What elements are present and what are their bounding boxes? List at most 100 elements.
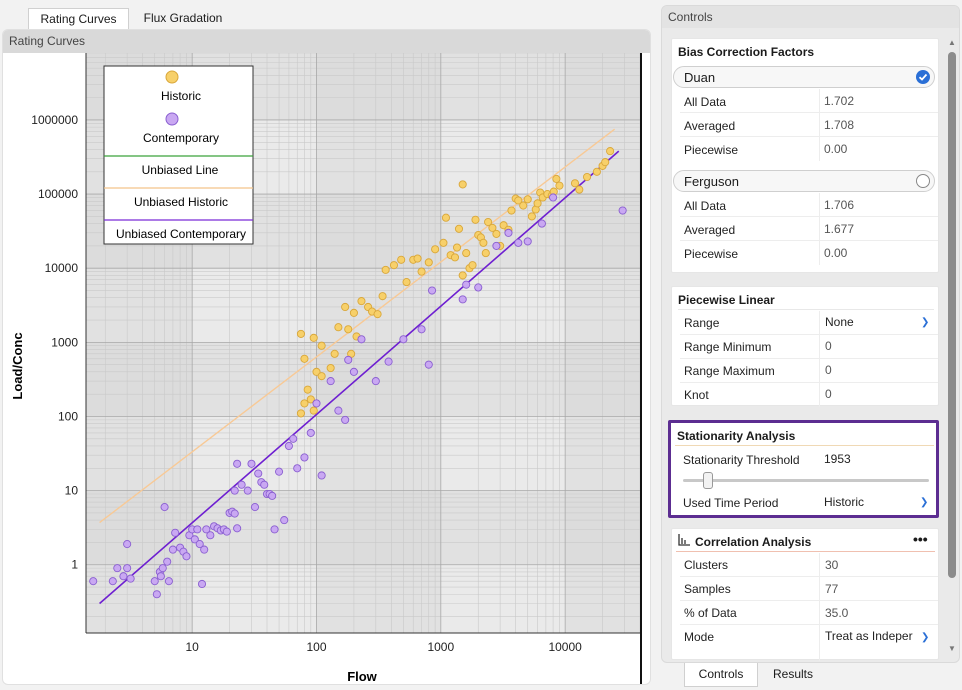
x-axis-label: Flow xyxy=(347,669,377,684)
legend: Historic Contemporary Unbiased Line Unbi… xyxy=(103,65,254,245)
scroll-down-icon[interactable]: ▼ xyxy=(948,644,956,653)
contemporary-point xyxy=(123,564,132,573)
used-time-period-dropdown[interactable]: Historic xyxy=(824,495,864,509)
historic-point xyxy=(507,206,516,215)
contemporary-point xyxy=(158,564,167,573)
mode-dropdown[interactable]: Treat as Indeper xyxy=(825,629,921,643)
contemporary-point xyxy=(247,459,256,468)
ferguson-averaged-value: 1.677 xyxy=(824,222,855,236)
contemporary-point xyxy=(200,545,209,554)
vertical-scrollbar[interactable]: ▲ ▼ xyxy=(948,38,956,658)
mode-label: Mode xyxy=(684,630,715,644)
contemporary-point xyxy=(243,486,252,495)
historic-point xyxy=(527,212,536,221)
tab-flux-gradation[interactable]: Flux Gradation xyxy=(133,8,233,29)
percent-of-data-label: % of Data xyxy=(684,606,737,620)
historic-point xyxy=(402,278,411,287)
historic-point xyxy=(462,249,471,258)
historic-point xyxy=(296,329,306,338)
duan-all-data-value: 1.702 xyxy=(824,94,855,108)
historic-point xyxy=(317,341,326,350)
rating-curve-chart[interactable]: 10 100 1000 10000 1 10 100 1000 10000 100000 10000… xyxy=(3,53,650,685)
ferguson-radio[interactable]: Ferguson xyxy=(673,170,935,192)
duan-radio[interactable]: Duan xyxy=(673,66,935,88)
contemporary-point xyxy=(344,355,353,364)
percent-of-data-value[interactable]: 35.0 xyxy=(825,606,848,620)
contemporary-point xyxy=(168,545,177,554)
y-tick-label: 1000 xyxy=(51,335,78,349)
legend-contemporary-marker xyxy=(165,112,179,126)
threshold-slider-thumb[interactable] xyxy=(702,472,713,489)
historic-point xyxy=(300,399,309,408)
divider xyxy=(680,576,938,577)
samples-value[interactable]: 77 xyxy=(825,582,838,596)
range-minimum-value[interactable]: 0 xyxy=(825,339,832,353)
contemporary-point xyxy=(152,590,161,599)
controls-header: Controls xyxy=(662,6,959,28)
chevron-down-icon: ❯ xyxy=(920,497,929,508)
knot-label: Knot xyxy=(684,388,709,402)
historic-point xyxy=(454,224,464,233)
unchecked-icon xyxy=(916,174,930,188)
clusters-value[interactable]: 30 xyxy=(825,558,838,572)
tab-controls[interactable]: Controls xyxy=(684,663,758,687)
historic-point xyxy=(519,201,528,210)
contemporary-point xyxy=(119,572,128,581)
threshold-slider-track[interactable] xyxy=(683,479,929,482)
contemporary-point xyxy=(123,540,132,549)
historic-point xyxy=(582,172,592,182)
contemporary-point xyxy=(108,577,117,586)
range-label: Range xyxy=(684,316,720,330)
tab-rating-curves[interactable]: Rating Curves xyxy=(28,8,129,29)
contemporary-point xyxy=(371,377,380,386)
more-options-button[interactable]: ••• xyxy=(913,531,928,547)
scrollbar-thumb[interactable] xyxy=(948,52,956,578)
historic-point xyxy=(533,199,542,208)
duan-label: Duan xyxy=(684,70,716,85)
y-axis-label: Load/Conc xyxy=(10,332,25,399)
duan-averaged-value: 1.708 xyxy=(824,118,855,132)
chevron-down-icon: ❯ xyxy=(921,317,930,328)
contemporary-point xyxy=(113,564,122,573)
ferguson-piecewise-value: 0.00 xyxy=(824,246,848,260)
grid-band xyxy=(86,490,640,565)
contemporary-point xyxy=(399,335,408,344)
range-maximum-value[interactable]: 0 xyxy=(825,363,832,377)
bar-chart-icon xyxy=(678,534,690,549)
contemporary-point xyxy=(326,377,335,386)
contemporary-point xyxy=(504,228,513,237)
contemporary-point xyxy=(230,509,239,518)
tab-results[interactable]: Results xyxy=(760,663,826,687)
stationarity-threshold-value[interactable]: 1953 xyxy=(824,452,851,466)
scroll-up-icon[interactable]: ▲ xyxy=(948,38,956,47)
stationarity-threshold-label: Stationarity Threshold xyxy=(683,453,800,467)
contemporary-point xyxy=(289,434,298,443)
historic-point xyxy=(309,333,318,342)
contemporary-point xyxy=(349,367,358,376)
contemporary-point xyxy=(182,552,191,561)
historic-point xyxy=(592,167,601,176)
legend-unbiased-line-label: Unbiased Line xyxy=(142,163,219,177)
historic-point xyxy=(431,245,440,254)
divider xyxy=(680,382,938,383)
contemporary-point xyxy=(237,480,246,489)
contemporary-point xyxy=(293,464,302,473)
historic-point xyxy=(492,229,501,238)
contemporary-point xyxy=(284,441,293,451)
contemporary-point xyxy=(537,219,546,228)
y-tick-label: 100 xyxy=(58,409,78,423)
historic-point xyxy=(417,267,426,276)
range-dropdown[interactable]: None xyxy=(825,315,933,331)
contemporary-point xyxy=(462,280,471,289)
divider xyxy=(680,216,938,217)
historic-point xyxy=(330,349,339,358)
divider xyxy=(680,112,938,113)
historic-point xyxy=(523,195,532,204)
historic-point xyxy=(296,409,306,418)
knot-value[interactable]: 0 xyxy=(825,387,832,401)
y-tick-label: 100000 xyxy=(38,187,78,201)
contemporary-point xyxy=(427,286,437,295)
historic-point xyxy=(606,147,615,156)
contemporary-point xyxy=(514,238,523,247)
historic-point xyxy=(317,372,326,381)
